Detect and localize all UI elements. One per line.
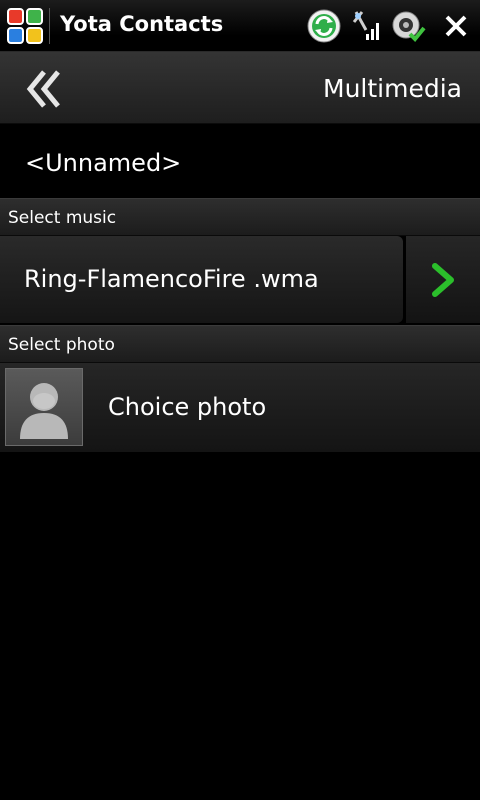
selected-track: Ring-FlamencoFire .wma bbox=[24, 265, 319, 293]
select-music-header: Select music bbox=[0, 198, 480, 236]
page-header: Multimedia bbox=[0, 52, 480, 124]
play-button[interactable] bbox=[406, 236, 480, 323]
select-photo-label: Select photo bbox=[8, 335, 115, 355]
music-selector[interactable]: Ring-FlamencoFire .wma bbox=[0, 236, 403, 323]
status-divider bbox=[49, 8, 50, 44]
music-row: Ring-FlamencoFire .wma bbox=[0, 236, 480, 325]
sync-icon[interactable] bbox=[306, 8, 342, 44]
play-icon bbox=[432, 263, 454, 297]
choice-photo-label: Choice photo bbox=[108, 393, 267, 421]
contact-name-row[interactable]: <Unnamed> bbox=[0, 125, 480, 198]
connection-icon[interactable] bbox=[390, 8, 426, 44]
select-photo-header: Select photo bbox=[0, 325, 480, 363]
double-chevron-left-icon bbox=[26, 70, 60, 108]
photo-row[interactable]: Choice photo bbox=[0, 363, 480, 452]
person-silhouette-icon bbox=[20, 383, 68, 439]
signal-icon[interactable] bbox=[348, 8, 384, 44]
select-music-label: Select music bbox=[8, 208, 117, 228]
page-title: Multimedia bbox=[323, 74, 462, 103]
status-bar: Yota Contacts bbox=[0, 0, 480, 52]
back-button[interactable] bbox=[18, 64, 74, 114]
contact-name: <Unnamed> bbox=[25, 149, 182, 177]
avatar[interactable] bbox=[5, 368, 83, 446]
app-title: Yota Contacts bbox=[60, 12, 224, 36]
close-icon[interactable] bbox=[436, 6, 476, 46]
windows-start-icon[interactable] bbox=[6, 7, 44, 45]
